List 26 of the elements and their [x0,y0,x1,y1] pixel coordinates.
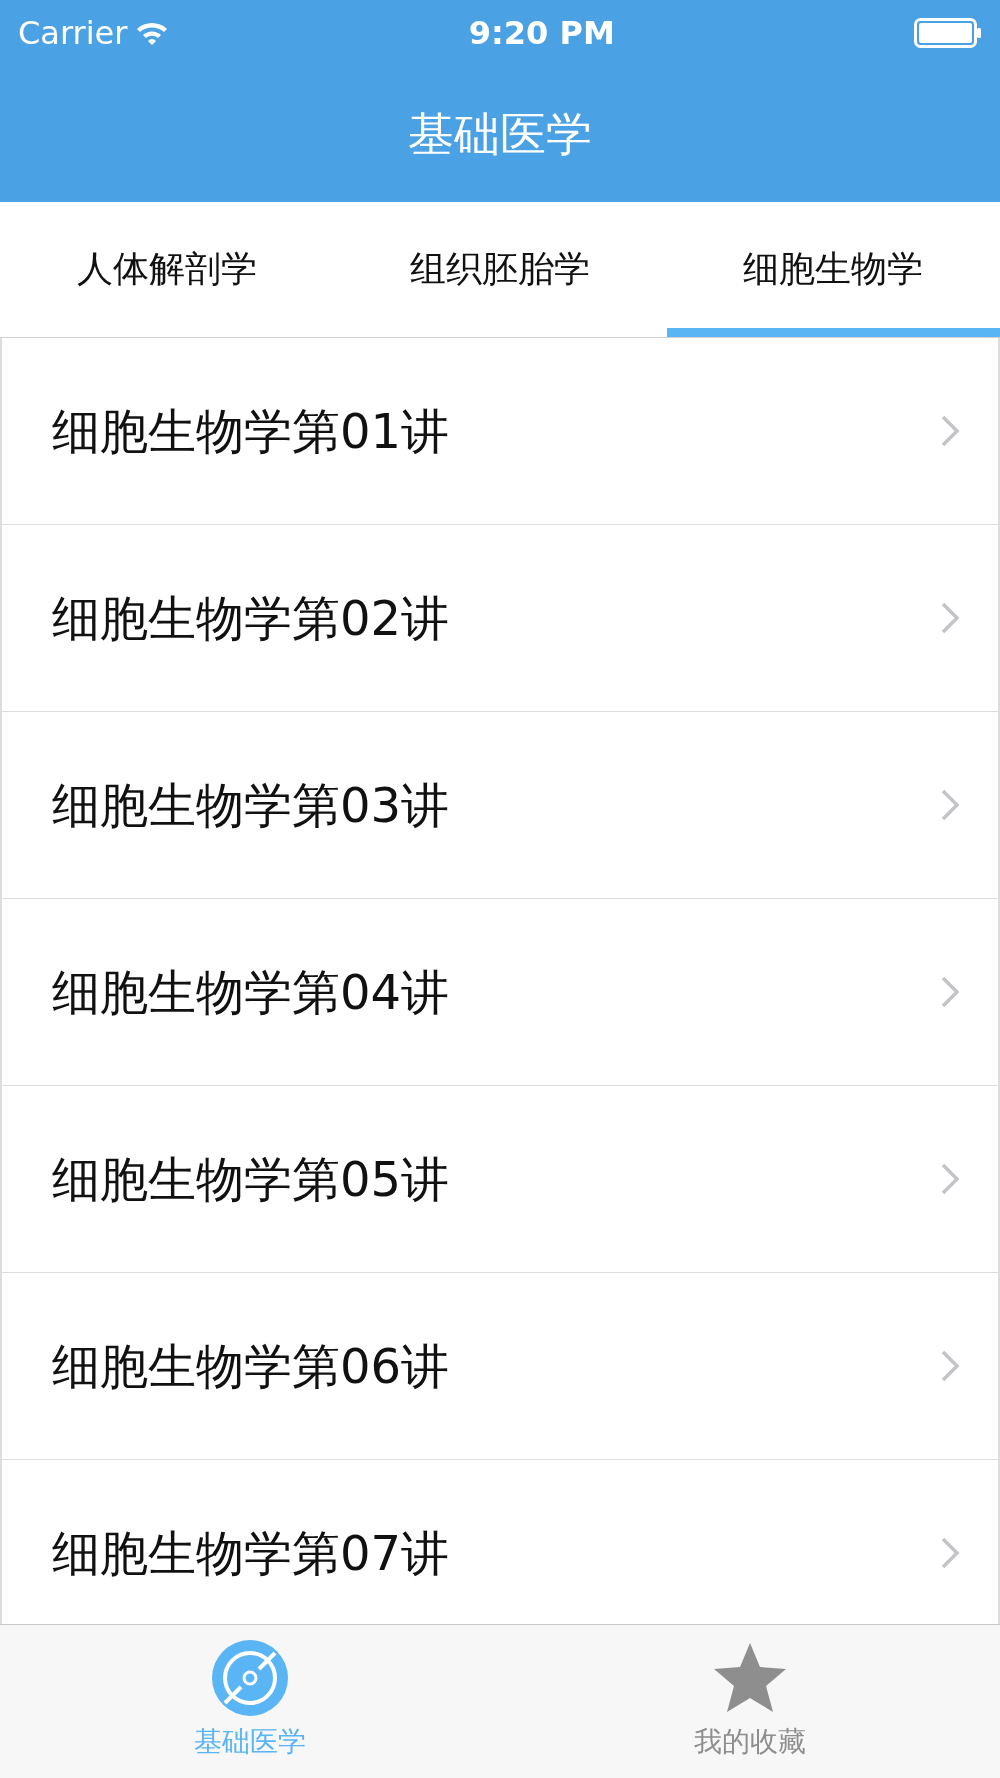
chevron-icon [940,601,960,635]
lecture-title: 细胞生物学第01讲 [52,402,450,461]
lecture-title: 细胞生物学第03讲 [52,776,450,835]
nav-title: 基础医学 [408,105,592,163]
chevron-icon [940,1536,960,1570]
lecture-row[interactable]: 细胞生物学第06讲 [2,1273,998,1460]
lecture-row[interactable]: 细胞生物学第02讲 [2,525,998,712]
lecture-title: 细胞生物学第07讲 [52,1524,450,1583]
status-time: 9:20 PM [468,13,615,54]
lecture-row[interactable]: 细胞生物学第01讲 [2,338,998,525]
lecture-title: 细胞生物学第06讲 [52,1337,450,1396]
lecture-title: 细胞生物学第02讲 [52,589,450,648]
chevron-icon [940,788,960,822]
wifi-icon [135,20,170,46]
lecture-row[interactable]: 细胞生物学第05讲 [2,1086,998,1273]
battery-icon [914,18,982,48]
lecture-title: 细胞生物学第04讲 [52,963,450,1022]
carrier-label: Carrier [18,13,128,54]
disc-icon [211,1639,289,1717]
lecture-row[interactable]: 细胞生物学第04讲 [2,899,998,1086]
lecture-title: 细胞生物学第05讲 [52,1150,450,1209]
chevron-icon [940,414,960,448]
chevron-icon [940,975,960,1009]
chevron-icon [940,1162,960,1196]
chevron-icon [940,1349,960,1383]
lecture-row[interactable]: 细胞生物学第03讲 [2,712,998,899]
